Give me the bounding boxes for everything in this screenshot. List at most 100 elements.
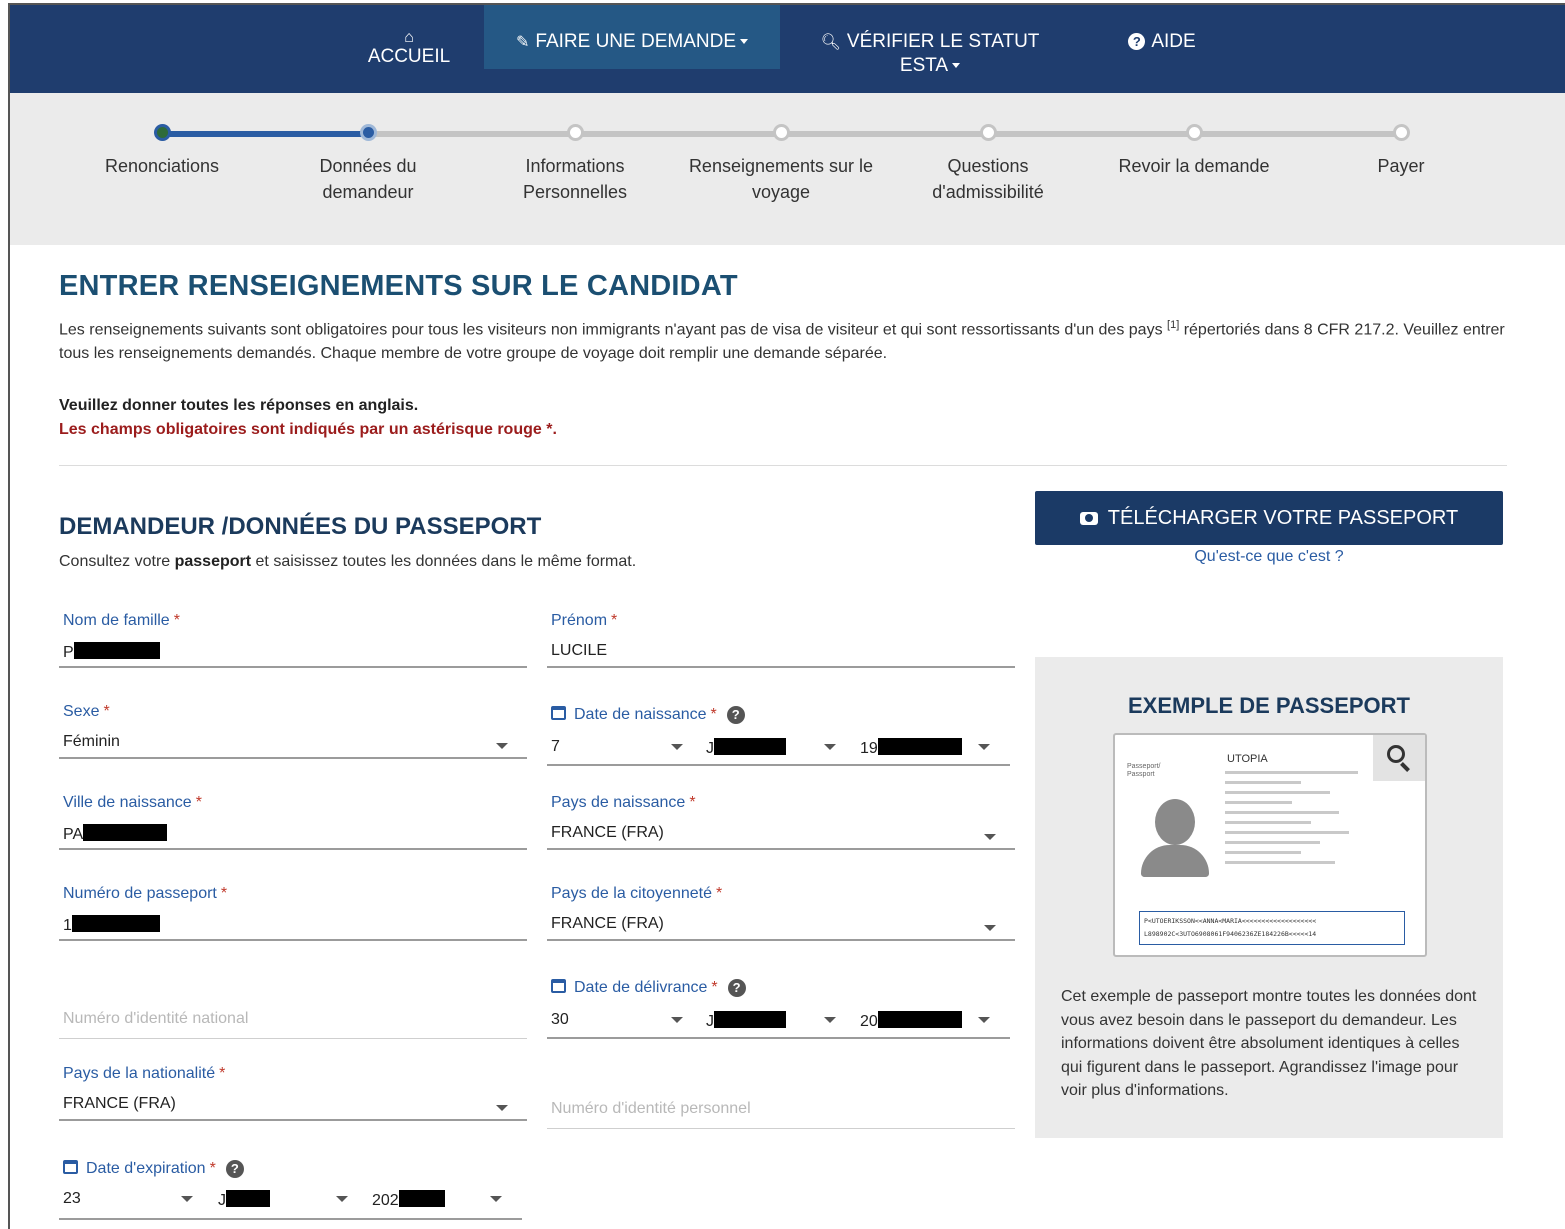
question-circle-icon: ? [1128, 33, 1146, 50]
help-icon[interactable]: ? [726, 706, 745, 724]
step-label-line2: voyage [751, 182, 811, 202]
field-underline [59, 1119, 527, 1121]
issue-date-label: Date de délivrance [574, 979, 708, 996]
example-title: EXEMPLE DE PASSEPORT [1128, 693, 1410, 718]
nationality-country-label: Pays de la nationalité [63, 1065, 216, 1082]
passport-number-value: 1 [63, 917, 72, 934]
chevron-down-icon [496, 743, 508, 749]
passport-example-panel: EXEMPLE DE PASSEPORT UTOPIA Passeport/ P… [1035, 657, 1503, 1138]
field-underline [547, 666, 1015, 668]
camera-icon [1079, 512, 1098, 525]
redaction-box [398, 1190, 445, 1207]
chevron-down-icon [824, 1017, 836, 1023]
footnote-link[interactable]: [1] [1167, 319, 1179, 331]
mrz-line-1: P<UTOERIKSSON<<ANNA<MARIA<<<<<<<<<<<<<<<… [1144, 917, 1317, 925]
national-id-input[interactable]: Numéro d'identité national [59, 1000, 527, 1042]
chevron-down-icon [824, 744, 836, 750]
nationality-country-select[interactable]: Pays de la nationalité * FRANCE (FRA) [59, 1065, 527, 1131]
required-asterisk: * [716, 885, 723, 902]
step-dot [773, 124, 790, 141]
passport-data-lines [1225, 771, 1415, 871]
section-subtitle-part1: Consultez votre [59, 553, 175, 570]
redaction-box [714, 1011, 786, 1028]
help-icon[interactable]: ? [225, 1160, 244, 1178]
issue-day-select[interactable]: 30 [547, 1003, 689, 1039]
chevron-down-icon [978, 1017, 990, 1023]
nav-apply-menu[interactable]: ✎ FAIRE UNE DEMANDE [484, 5, 780, 69]
sex-label: Sexe [63, 703, 100, 720]
step-dot-current [360, 124, 377, 141]
field-underline [59, 666, 527, 668]
field-underline [547, 848, 1015, 850]
home-icon: ⌂ [404, 29, 414, 46]
birth-month-value: J [706, 740, 714, 757]
expiry-month-select[interactable]: J [214, 1182, 354, 1216]
nav-check-status-menu[interactable]: 🔍︎ VÉRIFIER LE STATUT ESTA [810, 5, 1050, 76]
required-asterisk: * [173, 612, 180, 629]
what-is-it-link[interactable]: Qu'est-ce que c'est ? [1035, 548, 1503, 566]
chevron-down-icon [671, 1017, 683, 1023]
field-underline [59, 1218, 522, 1220]
issue-year-select[interactable]: 20 [856, 1003, 996, 1039]
expiry-date-group: Date d'expiration *? 23 J 202 [59, 1160, 527, 1222]
field-underline [547, 1037, 1010, 1039]
divider [59, 465, 1507, 466]
chevron-down-icon [978, 744, 990, 750]
citizenship-country-select[interactable]: Pays de la citoyenneté * FRANCE (FRA) [547, 885, 1015, 951]
required-asterisk: * [611, 612, 618, 629]
field-underline [547, 939, 1015, 941]
national-id-placeholder: Numéro d'identité national [63, 1010, 249, 1027]
citizenship-country-label: Pays de la citoyenneté [551, 885, 712, 902]
last-name-field[interactable]: Nom de famille * P [59, 612, 527, 678]
last-name-value: P [63, 644, 74, 661]
zoom-button[interactable] [1373, 735, 1425, 781]
section-subtitle-bold: passeport [174, 553, 252, 570]
nav-help-label: AIDE [1151, 31, 1196, 52]
redaction-box [877, 738, 962, 755]
redaction-box [714, 738, 786, 755]
issue-month-select[interactable]: J [702, 1003, 842, 1039]
help-icon[interactable]: ? [727, 979, 746, 997]
citizenship-country-value: FRANCE (FRA) [551, 915, 664, 932]
birth-day-select[interactable]: 7 [547, 730, 689, 766]
expiry-year-select[interactable]: 202 [368, 1182, 508, 1216]
birth-country-label: Pays de naissance [551, 794, 686, 811]
step-dot [1186, 124, 1203, 141]
birth-date-label: Date de naissance [574, 706, 707, 723]
nav-home[interactable]: ⌂ ACCUEIL [350, 5, 468, 69]
birth-month-select[interactable]: J [702, 730, 842, 766]
expiry-day-select[interactable]: 23 [59, 1182, 199, 1216]
step-label-line2: Personnelles [522, 182, 628, 202]
required-asterisk: * [711, 979, 718, 996]
first-name-field[interactable]: Prénom * LUCILE [547, 612, 1015, 678]
calendar-icon [551, 706, 566, 720]
nav-help[interactable]: ? AIDE [1102, 5, 1222, 69]
nationality-country-value: FRANCE (FRA) [63, 1095, 176, 1112]
birth-city-label: Ville de naissance [63, 794, 192, 811]
required-asterisk: * [220, 885, 228, 902]
field-underline [59, 939, 527, 941]
birth-country-select[interactable]: Pays de naissance * FRANCE (FRA) [547, 794, 1015, 860]
step-dot [1393, 124, 1410, 141]
nav-status-label-line2: ESTA [899, 55, 949, 76]
passport-photo-body [1141, 845, 1209, 877]
birth-city-field[interactable]: Ville de naissance * PA [59, 794, 527, 860]
issue-month-value: J [706, 1013, 714, 1030]
sex-select[interactable]: Sexe * Féminin [59, 703, 527, 769]
passport-number-field[interactable]: Numéro de passeport * 1 [59, 885, 527, 951]
personal-id-input[interactable]: Numéro d'identité personnel [547, 1090, 1015, 1132]
pencil-icon: ✎ [516, 34, 530, 51]
nav-status-label-line1: VÉRIFIER LE STATUT [846, 31, 1040, 52]
required-asterisk: * [219, 1065, 226, 1082]
birth-year-select[interactable]: 19 [856, 730, 996, 766]
search-icon: 🔍︎ [820, 34, 841, 51]
step-label: Données du [319, 156, 417, 176]
section-title: DEMANDEUR /DONNÉES DU PASSEPORT [59, 513, 542, 540]
passport-example-image[interactable]: UTOPIA Passeport/ Passport P<UTOERIKSSON… [1113, 733, 1427, 957]
nav-home-label: ACCUEIL [367, 46, 451, 67]
chevron-down-icon [984, 925, 996, 931]
birth-day-value: 7 [551, 738, 560, 755]
upload-passport-button[interactable]: TÉLÉCHARGER VOTRE PASSEPORT [1035, 491, 1503, 545]
field-underline [547, 1128, 1015, 1129]
chevron-down-icon [740, 39, 748, 45]
